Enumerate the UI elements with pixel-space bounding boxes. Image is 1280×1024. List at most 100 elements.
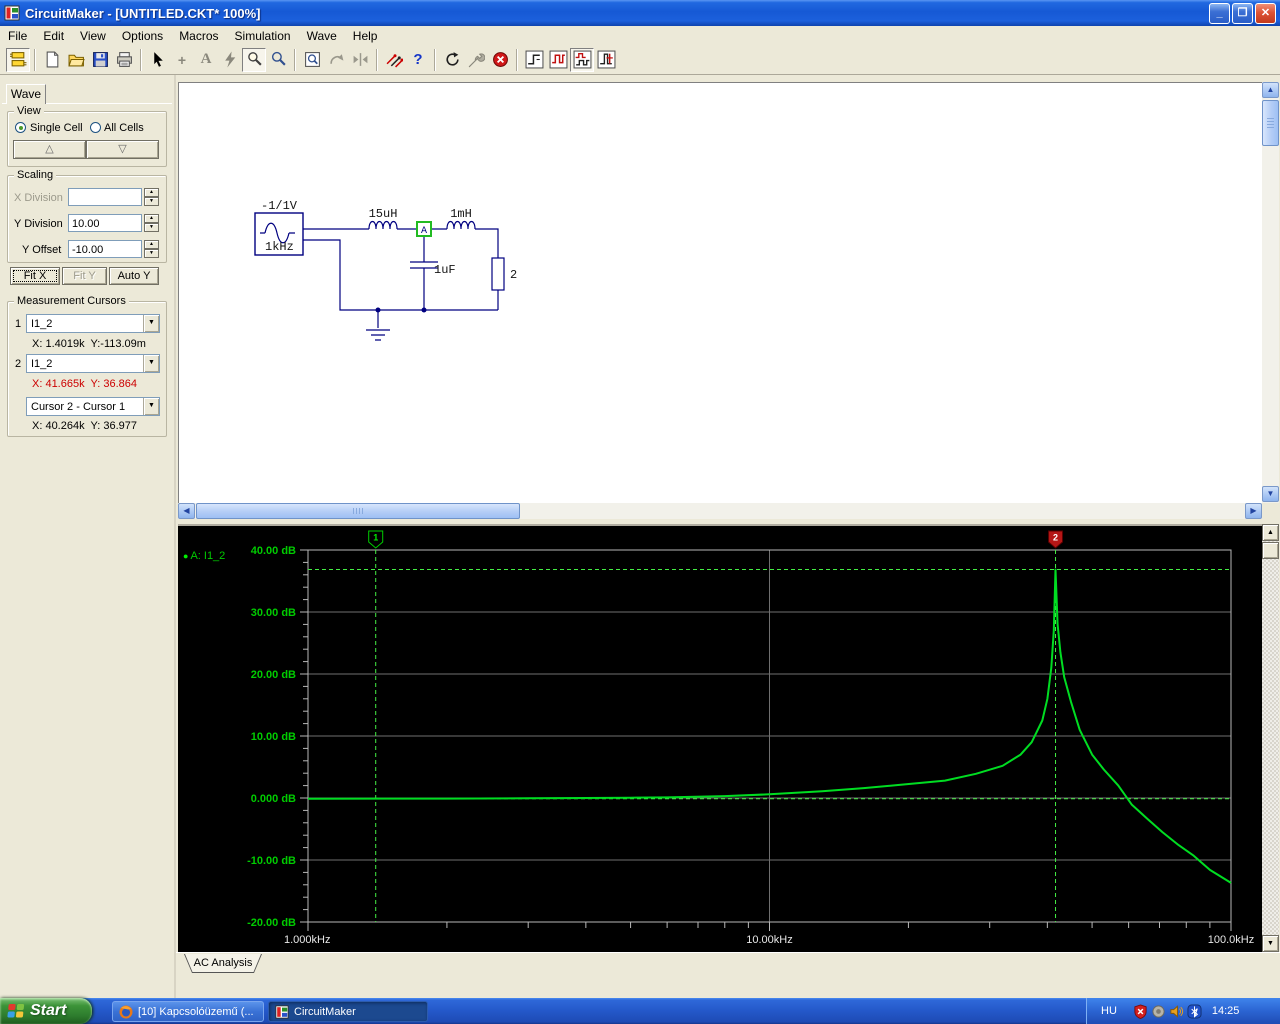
y-offset-spinner[interactable]: ▲ ▼ bbox=[144, 240, 159, 258]
menu-file[interactable]: File bbox=[0, 27, 35, 45]
probe-tool-icon[interactable] bbox=[242, 47, 266, 72]
menu-macros[interactable]: Macros bbox=[171, 27, 226, 45]
task-browser[interactable]: [10] Kapcsolóüzemű (... bbox=[112, 1001, 264, 1022]
restore-button[interactable]: ❐ bbox=[1232, 3, 1253, 24]
taskbar-clock[interactable]: 14:25 bbox=[1212, 1005, 1240, 1017]
setup-wrench-icon[interactable] bbox=[464, 48, 488, 72]
reset-simulation-icon[interactable] bbox=[440, 48, 464, 72]
y-offset-input[interactable] bbox=[68, 240, 142, 258]
language-indicator[interactable]: HU bbox=[1101, 1005, 1117, 1017]
zoom-tool-icon[interactable] bbox=[266, 48, 290, 72]
scope-mixed-icon[interactable] bbox=[570, 47, 594, 72]
security-shield-icon[interactable] bbox=[1133, 1003, 1148, 1019]
scope-square-icon[interactable] bbox=[546, 48, 570, 72]
inductor-15uH[interactable] bbox=[368, 220, 398, 230]
save-file-icon[interactable] bbox=[88, 48, 112, 72]
menu-edit[interactable]: Edit bbox=[35, 27, 72, 45]
flip-horizontal-icon[interactable] bbox=[348, 48, 372, 72]
rotate-icon[interactable] bbox=[324, 48, 348, 72]
all-cells-radio[interactable] bbox=[90, 122, 101, 133]
cell-down-button[interactable]: ▽ bbox=[86, 140, 159, 159]
cursor1-signal-select[interactable]: I1_2 ▼ bbox=[26, 314, 160, 333]
select-arrow-icon[interactable] bbox=[146, 48, 170, 72]
close-button[interactable]: ✕ bbox=[1255, 3, 1276, 24]
resistor-2ohm[interactable] bbox=[491, 257, 505, 291]
tab-wave[interactable]: Wave bbox=[6, 84, 46, 104]
menu-wave[interactable]: Wave bbox=[299, 27, 345, 45]
scroll-right-icon[interactable]: ▶ bbox=[1245, 503, 1262, 519]
toolbar-separator bbox=[434, 48, 436, 71]
scroll-down-icon[interactable]: ▼ bbox=[1262, 935, 1279, 952]
y-axis-label: 20.00 dB bbox=[251, 669, 296, 681]
cursor2-dropdown-icon[interactable]: ▼ bbox=[143, 355, 159, 372]
parts-bin-icon[interactable] bbox=[6, 47, 30, 72]
scaling-group: Scaling X Division ▲▼ Y Division ▲▼ Y Of… bbox=[7, 169, 167, 263]
all-cells-label: All Cells bbox=[104, 122, 144, 134]
open-file-icon[interactable] bbox=[64, 48, 88, 72]
volume-icon[interactable] bbox=[1169, 1004, 1184, 1019]
y-division-spinner[interactable]: ▲ ▼ bbox=[144, 214, 159, 232]
new-file-icon[interactable] bbox=[40, 48, 64, 72]
cursor-diff-dropdown-icon[interactable]: ▼ bbox=[143, 398, 159, 415]
minimize-button[interactable]: _ bbox=[1209, 3, 1230, 24]
horizontal-scroll-thumb[interactable] bbox=[196, 503, 520, 519]
task-circuitmaker[interactable]: CircuitMaker bbox=[268, 1001, 428, 1022]
zoom-page-icon[interactable] bbox=[300, 48, 324, 72]
fit-y-button[interactable]: Fit Y bbox=[62, 267, 107, 285]
fit-x-button[interactable]: Fit X bbox=[10, 267, 60, 285]
x-axis-label: 10.00kHz bbox=[746, 934, 792, 946]
menu-help[interactable]: Help bbox=[345, 27, 386, 45]
cursor1-readout: X: 1.4019k Y:-113.09m bbox=[32, 338, 146, 350]
junction-dot bbox=[375, 307, 381, 313]
cell-up-button[interactable]: △ bbox=[13, 140, 86, 159]
text-tool-icon[interactable]: A bbox=[194, 48, 218, 72]
vertical-scroll-thumb[interactable] bbox=[1262, 100, 1279, 146]
tab-ac-analysis[interactable]: AC Analysis bbox=[184, 954, 262, 973]
device-icon[interactable] bbox=[1151, 1004, 1166, 1019]
circuit-vertical-scrollbar[interactable]: ▲ ▼ bbox=[1262, 82, 1279, 503]
waveform-scroll-thumb[interactable] bbox=[1262, 542, 1279, 559]
single-cell-radio[interactable] bbox=[15, 122, 26, 133]
inductor-1mH[interactable] bbox=[446, 220, 476, 230]
y-division-input[interactable] bbox=[68, 214, 142, 232]
capacitor-label: 1uF bbox=[434, 263, 456, 277]
menu-view[interactable]: View bbox=[72, 27, 114, 45]
cursor1-dropdown-icon[interactable]: ▼ bbox=[143, 315, 159, 332]
circuit-schematic: A -1/1V 1kHz 15uH 1mH 1uF 2 bbox=[254, 199, 517, 341]
y-axis-label: 30.00 dB bbox=[251, 607, 296, 619]
cursor-diff-select[interactable]: Cursor 2 - Cursor 1 ▼ bbox=[26, 397, 160, 416]
probe-point-a[interactable]: A bbox=[416, 221, 432, 237]
circuit-horizontal-scrollbar[interactable]: ◀ ▶ bbox=[178, 503, 1262, 519]
analysis-tab-bar: AC Analysis bbox=[176, 952, 1280, 974]
scope-pulse-icon[interactable] bbox=[594, 48, 618, 72]
title-bar[interactable]: CircuitMaker - [UNTITLED.CKT* 100%] _ ❐ … bbox=[0, 0, 1280, 26]
ground-symbol[interactable] bbox=[366, 310, 390, 341]
scroll-down-icon[interactable]: ▼ bbox=[1262, 486, 1279, 502]
menu-options[interactable]: Options bbox=[114, 27, 171, 45]
stop-simulation-icon[interactable] bbox=[488, 48, 512, 72]
run-lightning-icon[interactable] bbox=[218, 48, 242, 72]
cursor2-signal-select[interactable]: I1_2 ▼ bbox=[26, 354, 160, 373]
cursor-diff-readout: X: 40.264k Y: 36.977 bbox=[32, 420, 137, 432]
start-button[interactable]: Start bbox=[0, 998, 92, 1024]
waveform-window[interactable]: 40.00 dB 30.00 dB 20.00 dB 10.00 dB 0.000 dB… bbox=[178, 524, 1262, 952]
auto-y-button[interactable]: Auto Y bbox=[109, 267, 159, 285]
scroll-up-icon[interactable]: ▲ bbox=[1262, 82, 1279, 98]
wires-toggle-icon[interactable] bbox=[382, 48, 406, 72]
resistor-label: 2 bbox=[510, 268, 517, 282]
circuitmaker-app-icon bbox=[4, 5, 20, 21]
x-division-input[interactable] bbox=[68, 188, 142, 206]
scroll-left-icon[interactable]: ◀ bbox=[178, 503, 195, 519]
wire-plus-icon[interactable]: + bbox=[170, 48, 194, 72]
schematic-canvas[interactable]: A -1/1V 1kHz 15uH 1mH 1uF 2 bbox=[178, 82, 1262, 503]
help-icon[interactable]: ? bbox=[406, 48, 430, 72]
scope-step-icon[interactable] bbox=[522, 48, 546, 72]
waveform-vertical-scrollbar[interactable]: ▲ ▼ bbox=[1262, 524, 1279, 952]
waveform-plot[interactable]: 40.00 dB 30.00 dB 20.00 dB 10.00 dB 0.000 dB… bbox=[178, 526, 1262, 952]
bluetooth-icon[interactable] bbox=[1187, 1003, 1202, 1019]
measurement-cursors-title: Measurement Cursors bbox=[14, 295, 129, 307]
menu-simulation[interactable]: Simulation bbox=[227, 27, 299, 45]
x-division-spinner[interactable]: ▲ ▼ bbox=[144, 188, 159, 206]
scroll-up-icon[interactable]: ▲ bbox=[1262, 524, 1279, 541]
print-icon[interactable] bbox=[112, 48, 136, 72]
